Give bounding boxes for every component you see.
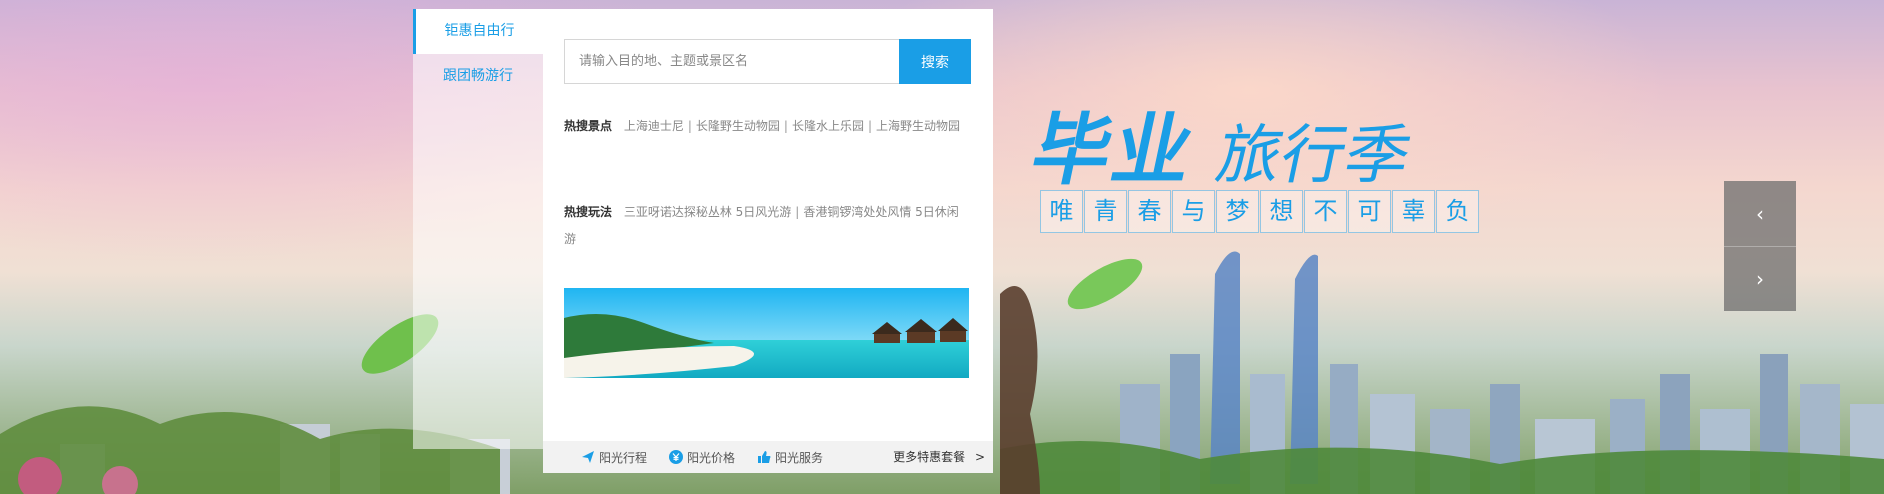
chevron-right-icon: › <box>1756 267 1764 291</box>
slogan-char: 想 <box>1260 190 1303 233</box>
feature-bar: 阳光行程 阳光价格 阳光服务 更多特惠套餐 > <box>543 441 993 473</box>
hot-ways: 热搜玩法 三亚呀诺达探秘丛林 5日风光游 | 香港铜锣湾处处风情 5日休闲游 <box>564 199 964 253</box>
feature-service-label: 阳光服务 <box>775 450 824 465</box>
slogan-char: 青 <box>1084 190 1127 233</box>
slogan-char: 梦 <box>1216 190 1259 233</box>
more-deals-label: 更多特惠套餐 <box>893 450 966 464</box>
slogan-char: 辜 <box>1392 190 1435 233</box>
hot-spot-link[interactable]: 上海迪士尼 <box>624 119 684 133</box>
divider: | <box>687 119 692 133</box>
hot-spot-link[interactable]: 长隆野生动物园 <box>696 119 780 133</box>
feature-itinerary-label: 阳光行程 <box>599 450 648 465</box>
carousel-controls: ‹ › <box>1724 181 1796 311</box>
yen-icon <box>669 450 684 464</box>
hot-spot-link[interactable]: 长隆水上乐园 <box>792 119 864 133</box>
hot-ways-label: 热搜玩法 <box>564 205 613 219</box>
tab-group-tour[interactable]: 跟团畅游行 <box>413 54 543 99</box>
feature-service[interactable]: 阳光服务 <box>757 449 823 466</box>
slogan-char: 春 <box>1128 190 1171 233</box>
chevron-left-icon: ‹ <box>1756 201 1764 226</box>
divider: | <box>795 205 800 219</box>
thumbs-up-icon <box>757 450 771 464</box>
feature-price-label: 阳光价格 <box>687 450 736 465</box>
slogan-part-2: 旅行季 <box>1209 119 1418 193</box>
hot-spot-link[interactable]: 上海野生动物园 <box>876 119 960 133</box>
chevron-right-icon: > <box>974 450 985 464</box>
search-input[interactable] <box>564 39 899 84</box>
search-bar: 搜索 <box>564 39 971 84</box>
hot-spots-label: 热搜景点 <box>564 119 613 133</box>
slogan-char: 与 <box>1172 190 1215 233</box>
plane-icon <box>581 450 595 464</box>
carousel-next-button[interactable]: › <box>1724 246 1796 311</box>
search-panel: 搜索 热搜景点 上海迪士尼|长隆野生动物园|长隆水上乐园|上海野生动物园 热搜玩… <box>543 9 993 473</box>
feature-itinerary[interactable]: 阳光行程 <box>581 449 647 466</box>
promo-beach-image[interactable] <box>564 288 969 378</box>
hot-spots: 热搜景点 上海迪士尼 | 长隆野生动物园 | 长隆水上乐园 | 上海野生动物园 <box>564 113 964 140</box>
slogan-title: 毕业 旅行季 <box>1024 88 1418 196</box>
slogan-subtitle: 唯 青 春 与 梦 想 不 可 辜 负 <box>1040 190 1480 233</box>
slogan-char: 负 <box>1436 190 1479 233</box>
feature-price[interactable]: 阳光价格 <box>669 449 735 466</box>
tab-panel: 钜惠自由行 跟团畅游行 <box>413 9 543 449</box>
slogan-char: 不 <box>1304 190 1347 233</box>
search-button[interactable]: 搜索 <box>899 39 971 84</box>
slogan-char: 可 <box>1348 190 1391 233</box>
carousel-prev-button[interactable]: ‹ <box>1724 181 1796 246</box>
slogan-part-1: 毕业 <box>1023 106 1204 196</box>
more-deals-link[interactable]: 更多特惠套餐 > <box>893 441 985 473</box>
slogan-char: 唯 <box>1040 190 1083 233</box>
hot-way-link[interactable]: 三亚呀诺达探秘丛林 5日风光游 <box>624 205 791 219</box>
tab-free-travel[interactable]: 钜惠自由行 <box>413 9 543 54</box>
divider: | <box>867 119 873 133</box>
divider: | <box>783 119 788 133</box>
